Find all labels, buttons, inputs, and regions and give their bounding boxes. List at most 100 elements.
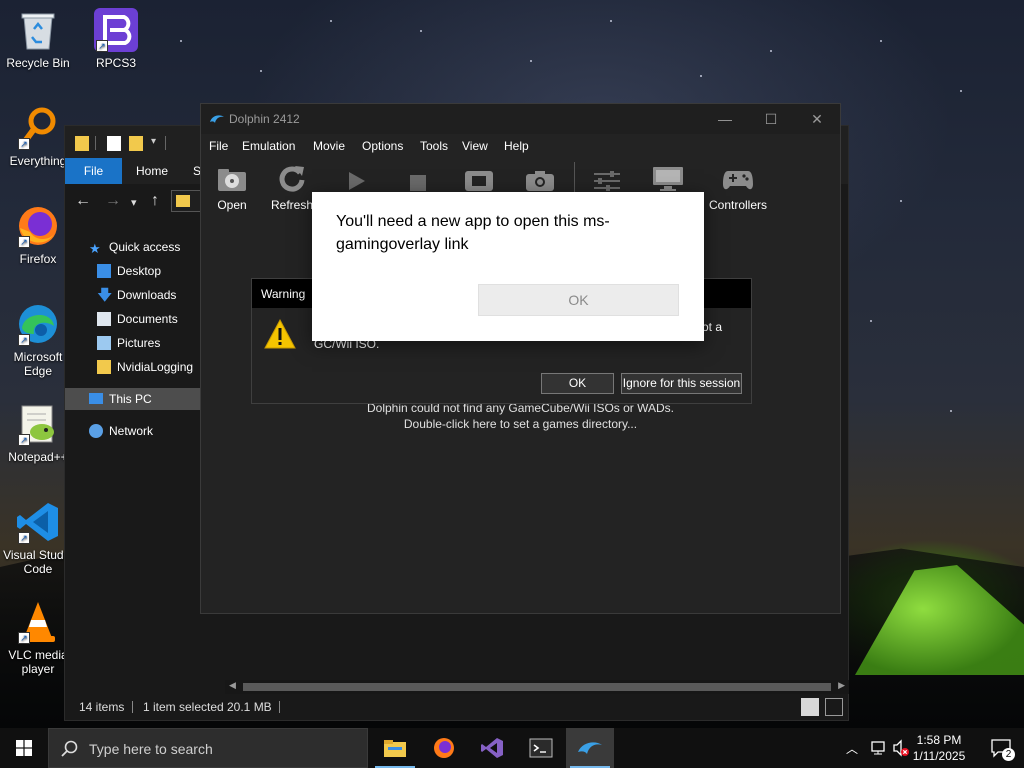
selection-size: 20.1 MB — [227, 700, 272, 714]
menu-options[interactable]: Options — [362, 139, 403, 153]
document-icon — [97, 312, 111, 326]
taskbar-visual-studio[interactable] — [468, 728, 516, 768]
taskbar: Type here to search ︿ 2 1:58 PM 1/11/202… — [0, 728, 1024, 768]
fullscreen-icon — [449, 162, 509, 192]
search-icon — [61, 740, 78, 757]
taskbar-firefox[interactable] — [420, 728, 468, 768]
open-disc-icon — [202, 162, 262, 192]
folder-icon — [176, 195, 190, 207]
shortcut-arrow-icon: ↗ — [18, 632, 30, 644]
app-not-found-dialog[interactable]: You'll need a new app to open this ms-ga… — [312, 192, 704, 341]
scroll-right-icon[interactable]: ▶ — [838, 680, 845, 691]
folder-icon — [75, 136, 89, 151]
search-placeholder: Type here to search — [89, 741, 213, 757]
scrollbar-thumb[interactable] — [243, 683, 831, 691]
shortcut-arrow-icon: ↗ — [18, 138, 30, 150]
firefox-icon — [434, 738, 454, 758]
menu-help[interactable]: Help — [504, 139, 529, 153]
ribbon-tab-home[interactable]: Home — [122, 158, 182, 184]
clock-time: 1:58 PM — [916, 733, 962, 747]
vlc-cone-icon: ↗ — [16, 600, 60, 644]
firefox-icon: ↗ — [16, 204, 60, 248]
horizontal-scrollbar[interactable]: ◀ ▶ — [225, 680, 849, 694]
shortcut-arrow-icon: ↗ — [96, 40, 108, 52]
shortcut-arrow-icon: ↗ — [18, 334, 30, 346]
vscode-icon: ↗ — [16, 500, 60, 544]
rpcs3-icon: ↗ — [94, 8, 138, 52]
desktop-icon-recycle-bin[interactable]: Recycle Bin — [0, 8, 76, 70]
edge-icon: ↗ — [16, 302, 60, 346]
details-view-icon[interactable] — [801, 698, 819, 716]
network-icon — [89, 424, 103, 438]
recent-locations-chevron-icon[interactable]: ▾ — [131, 196, 137, 209]
warning-text-fragment: ot a — [702, 320, 723, 334]
menu-view[interactable]: View — [462, 139, 488, 153]
dolphin-titlebar[interactable]: Dolphin 2412 — ☐ ✕ — [201, 104, 840, 134]
menu-tools[interactable]: Tools — [420, 139, 448, 153]
app-not-found-message: You'll need a new app to open this ms-ga… — [336, 213, 610, 253]
close-icon[interactable]: ✕ — [794, 108, 840, 130]
download-arrow-icon: 🡇 — [97, 287, 113, 304]
everything-search-icon: ↗ — [16, 106, 60, 150]
empty-game-list-message[interactable]: Dolphin could not find any GameCube/Wii … — [201, 400, 840, 432]
new-folder-icon[interactable] — [129, 136, 143, 151]
clock-date: 1/11/2025 — [912, 749, 966, 763]
notification-count-badge: 2 — [1002, 748, 1015, 761]
up-arrow-icon[interactable]: ↑ — [151, 192, 159, 210]
explorer-status-bar: 14 items 1 item selected 20.1 MB — [65, 694, 848, 720]
menu-movie[interactable]: Movie — [313, 139, 345, 153]
desktop-icon-rpcs3[interactable]: ↗ RPCS3 — [78, 8, 154, 70]
back-arrow-icon[interactable]: ← — [75, 192, 91, 210]
toolbar-controllers-button[interactable]: Controllers — [703, 162, 773, 212]
large-icons-view-icon[interactable] — [825, 698, 843, 716]
network-icon[interactable] — [870, 740, 888, 756]
desktop-icon-label: RPCS3 — [95, 56, 136, 70]
pictures-icon — [97, 336, 111, 350]
warning-triangle-icon — [264, 318, 296, 349]
taskbar-search-box[interactable]: Type here to search — [48, 728, 368, 768]
dolphin-logo-icon — [578, 742, 602, 754]
taskbar-clock[interactable]: 1:58 PM 1/11/2025 — [904, 732, 974, 764]
toolbar-open-button[interactable]: Open — [202, 162, 262, 212]
shortcut-arrow-icon: ↗ — [18, 532, 30, 544]
file-explorer-icon — [384, 740, 406, 757]
popup-ok-button[interactable]: OK — [478, 284, 679, 316]
taskbar-dolphin[interactable] — [566, 728, 614, 768]
properties-icon[interactable] — [107, 136, 121, 151]
gamepad-icon — [703, 162, 773, 192]
terminal-icon — [529, 738, 553, 758]
start-button[interactable] — [0, 728, 48, 768]
notepad-plus-plus-icon: ↗ — [16, 402, 60, 446]
sliders-icon — [577, 162, 637, 192]
customize-quick-access-icon[interactable]: ▾ — [151, 136, 156, 147]
item-count: 14 items — [79, 700, 125, 714]
monitor-icon — [638, 162, 698, 192]
maximize-icon[interactable]: ☐ — [748, 108, 794, 130]
refresh-icon — [262, 162, 322, 192]
selection-count: 1 item selected — [143, 700, 224, 714]
menu-file[interactable]: File — [209, 139, 228, 153]
ribbon-tab-file[interactable]: File — [65, 158, 122, 184]
computer-icon — [89, 393, 103, 404]
stop-icon — [388, 162, 448, 192]
taskbar-terminal[interactable] — [517, 728, 565, 768]
desktop-icon — [97, 264, 111, 278]
scroll-left-icon[interactable]: ◀ — [229, 680, 236, 691]
minimize-icon[interactable]: — — [702, 108, 748, 130]
forward-arrow-icon[interactable]: → — [105, 192, 121, 210]
visual-studio-icon — [481, 738, 503, 758]
window-title: Dolphin 2412 — [229, 112, 300, 126]
recycle-bin-icon — [16, 8, 60, 52]
warning-ok-button[interactable]: OK — [541, 373, 614, 394]
shortcut-arrow-icon: ↗ — [18, 236, 30, 248]
dolphin-logo-icon — [210, 115, 224, 123]
dolphin-menubar: File Emulation Movie Options Tools View … — [201, 134, 840, 158]
windows-logo-icon — [16, 740, 32, 756]
taskbar-file-explorer[interactable] — [371, 728, 419, 768]
address-field[interactable] — [171, 190, 201, 212]
menu-emulation[interactable]: Emulation — [242, 139, 295, 153]
shortcut-arrow-icon: ↗ — [18, 434, 30, 446]
show-hidden-icons-chevron-icon[interactable]: ︿ — [846, 740, 858, 757]
ignore-for-session-button[interactable]: Ignore for this session — [621, 373, 742, 394]
camera-icon — [510, 162, 570, 192]
